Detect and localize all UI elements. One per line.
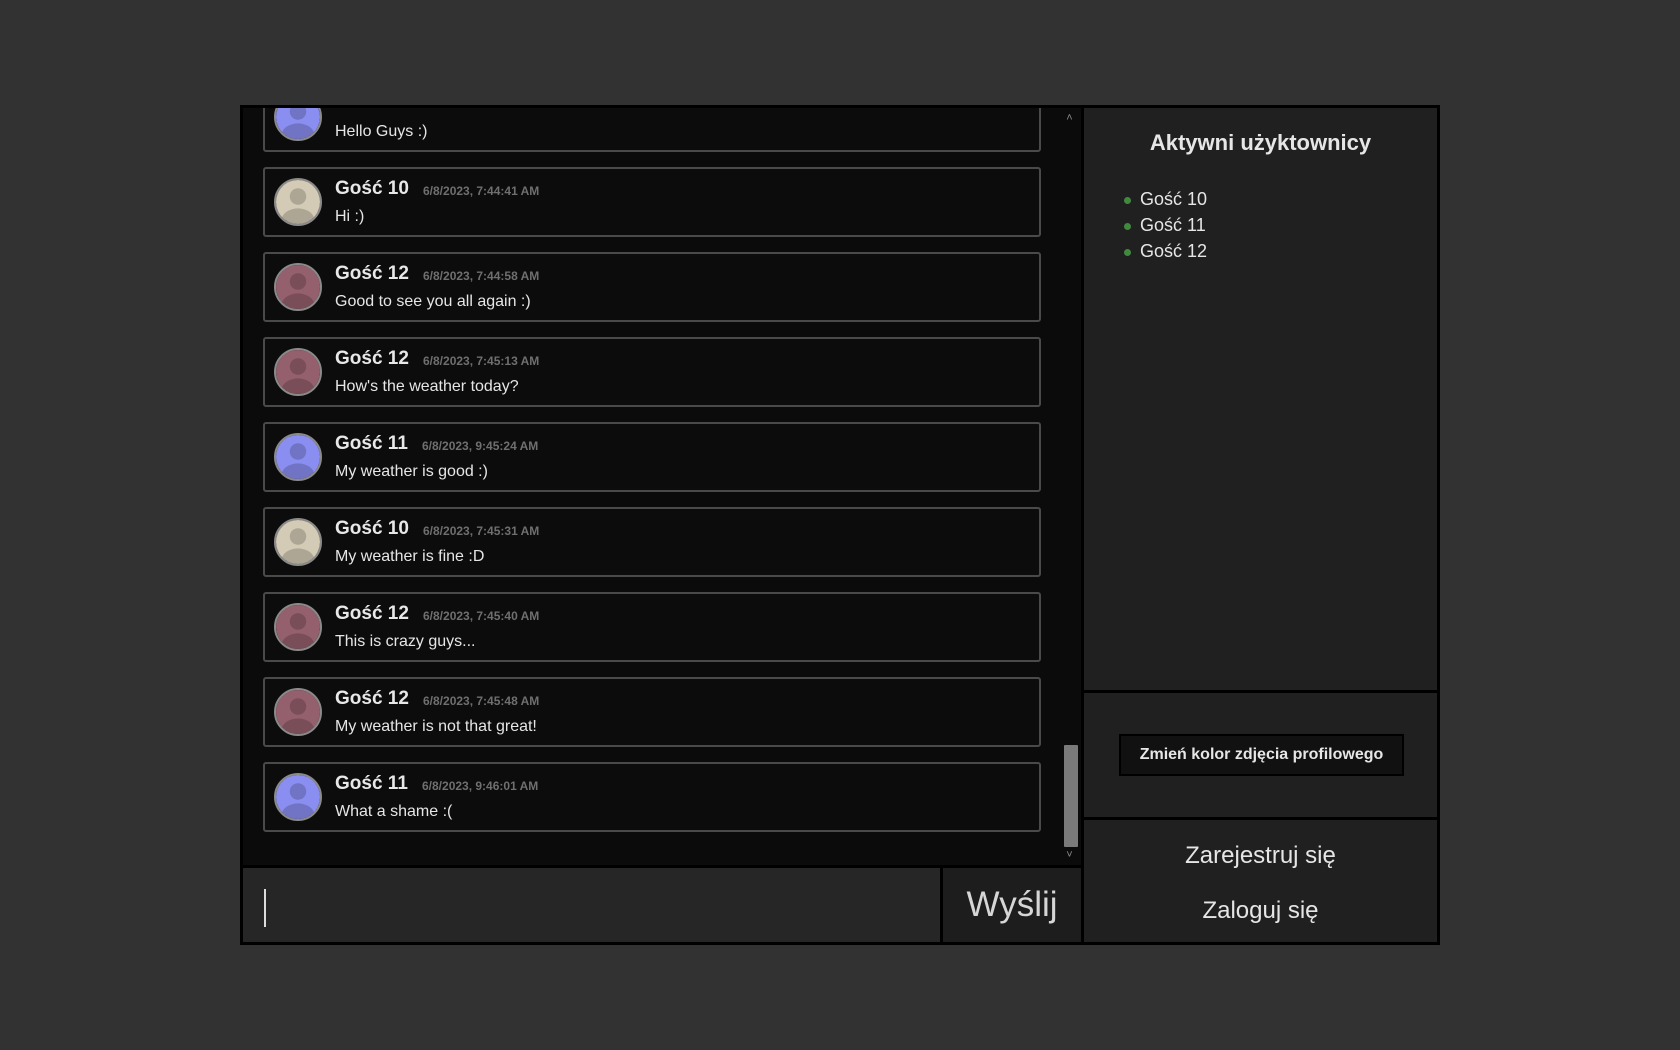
active-users-panel: Aktywni użyktownicy Gość 10 Gość 11 Gość 1… — [1084, 108, 1437, 693]
active-user-item: Gość 12 — [1124, 238, 1207, 264]
message-composer: Wyślij — [243, 865, 1081, 942]
message-text: This is crazy guys... — [335, 633, 476, 650]
message-card: Hello Guys :) — [263, 108, 1041, 152]
avatar-icon — [274, 178, 322, 226]
register-link[interactable]: Zarejestruj się — [1084, 842, 1437, 870]
message-text: Hi :) — [335, 208, 365, 225]
right-sidebar: Aktywni użyktownicy Gość 10 Gość 11 Gość 1… — [1081, 108, 1437, 942]
online-status-icon — [1124, 249, 1131, 256]
message-author: Gość 11 — [335, 773, 408, 794]
avatar-icon — [274, 773, 322, 821]
avatar-icon — [274, 108, 322, 141]
message-author: Gość 12 — [335, 263, 409, 284]
message-timestamp: 6/8/2023, 7:44:41 AM — [423, 184, 540, 198]
message-input[interactable] — [243, 868, 943, 942]
active-user-name: Gość 10 — [1140, 189, 1208, 209]
message-list: Hello Guys :) Gość 10 6/8/2023, 7:44:41 AM… — [263, 108, 1041, 847]
message-timestamp: 6/8/2023, 7:44:58 AM — [423, 269, 540, 283]
message-author: Gość 12 — [335, 348, 409, 369]
active-user-item: Gość 11 — [1124, 212, 1207, 238]
message-timestamp: 6/8/2023, 9:46:01 AM — [422, 779, 539, 793]
scroll-down-icon[interactable]: ˅ — [1061, 847, 1078, 863]
message-author: Gość 10 — [335, 178, 409, 199]
avatar-icon — [274, 688, 322, 736]
message-card: Gość 10 6/8/2023, 7:45:31 AM My weather is… — [263, 507, 1041, 577]
message-timestamp: 6/8/2023, 7:45:40 AM — [423, 609, 540, 623]
message-timestamp: 6/8/2023, 7:45:13 AM — [423, 354, 540, 368]
chat-scrollbar[interactable]: ˄ ˅ — [1061, 108, 1078, 865]
scroll-up-icon[interactable]: ˄ — [1061, 110, 1078, 126]
message-card: Gość 11 6/8/2023, 9:46:01 AM What a shame … — [263, 762, 1041, 832]
login-link[interactable]: Zaloguj się — [1084, 897, 1437, 925]
avatar-icon — [274, 603, 322, 651]
message-text: My weather is good :) — [335, 463, 488, 480]
active-user-name: Gość 12 — [1140, 241, 1208, 261]
active-users-list: Gość 10 Gość 11 Gość 12 — [1124, 186, 1207, 264]
message-card: Gość 10 6/8/2023, 7:44:41 AM Hi :) — [263, 167, 1041, 237]
message-text: My weather is fine :D — [335, 548, 485, 565]
avatar-icon — [274, 433, 322, 481]
message-timestamp: 6/8/2023, 7:45:48 AM — [423, 694, 540, 708]
message-text: How's the weather today? — [335, 378, 519, 395]
online-status-icon — [1124, 197, 1131, 204]
active-user-item: Gość 10 — [1124, 186, 1207, 212]
message-timestamp: 6/8/2023, 7:45:31 AM — [423, 524, 540, 538]
message-text: Good to see you all again :) — [335, 293, 531, 310]
auth-panel: Zarejestruj się Zaloguj się — [1084, 820, 1437, 942]
scrollbar-thumb[interactable] — [1064, 745, 1078, 847]
message-card: Gość 12 6/8/2023, 7:44:58 AM Good to see y… — [263, 252, 1041, 322]
message-text: My weather is not that great! — [335, 718, 537, 735]
online-status-icon — [1124, 223, 1131, 230]
send-button[interactable]: Wyślij — [943, 868, 1081, 942]
message-text: What a shame :( — [335, 803, 453, 820]
message-author: Gość 11 — [335, 433, 408, 454]
message-author: Gość 12 — [335, 603, 409, 624]
message-text: Hello Guys :) — [335, 123, 428, 140]
chat-messages-pane: Hello Guys :) Gość 10 6/8/2023, 7:44:41 AM… — [243, 108, 1081, 865]
active-user-name: Gość 11 — [1140, 215, 1206, 235]
avatar-icon — [274, 518, 322, 566]
text-caret — [264, 889, 266, 927]
message-card: Gość 12 6/8/2023, 7:45:48 AM My weather is… — [263, 677, 1041, 747]
message-author: Gość 10 — [335, 518, 409, 539]
message-card: Gość 12 6/8/2023, 7:45:40 AM This is crazy… — [263, 592, 1041, 662]
avatar-icon — [274, 263, 322, 311]
message-timestamp: 6/8/2023, 9:45:24 AM — [422, 439, 539, 453]
message-author: Gość 12 — [335, 688, 409, 709]
message-card: Gość 11 6/8/2023, 9:45:24 AM My weather is… — [263, 422, 1041, 492]
profile-color-panel: Zmień kolor zdjęcia profilowego — [1084, 693, 1437, 820]
active-users-title: Aktywni użyktownicy — [1149, 130, 1372, 155]
avatar-icon — [274, 348, 322, 396]
change-avatar-color-button[interactable]: Zmień kolor zdjęcia profilowego — [1119, 734, 1404, 776]
message-card: Gość 12 6/8/2023, 7:45:13 AM How's the wea… — [263, 337, 1041, 407]
chat-app-window: Hello Guys :) Gość 10 6/8/2023, 7:44:41 AM… — [240, 105, 1440, 945]
